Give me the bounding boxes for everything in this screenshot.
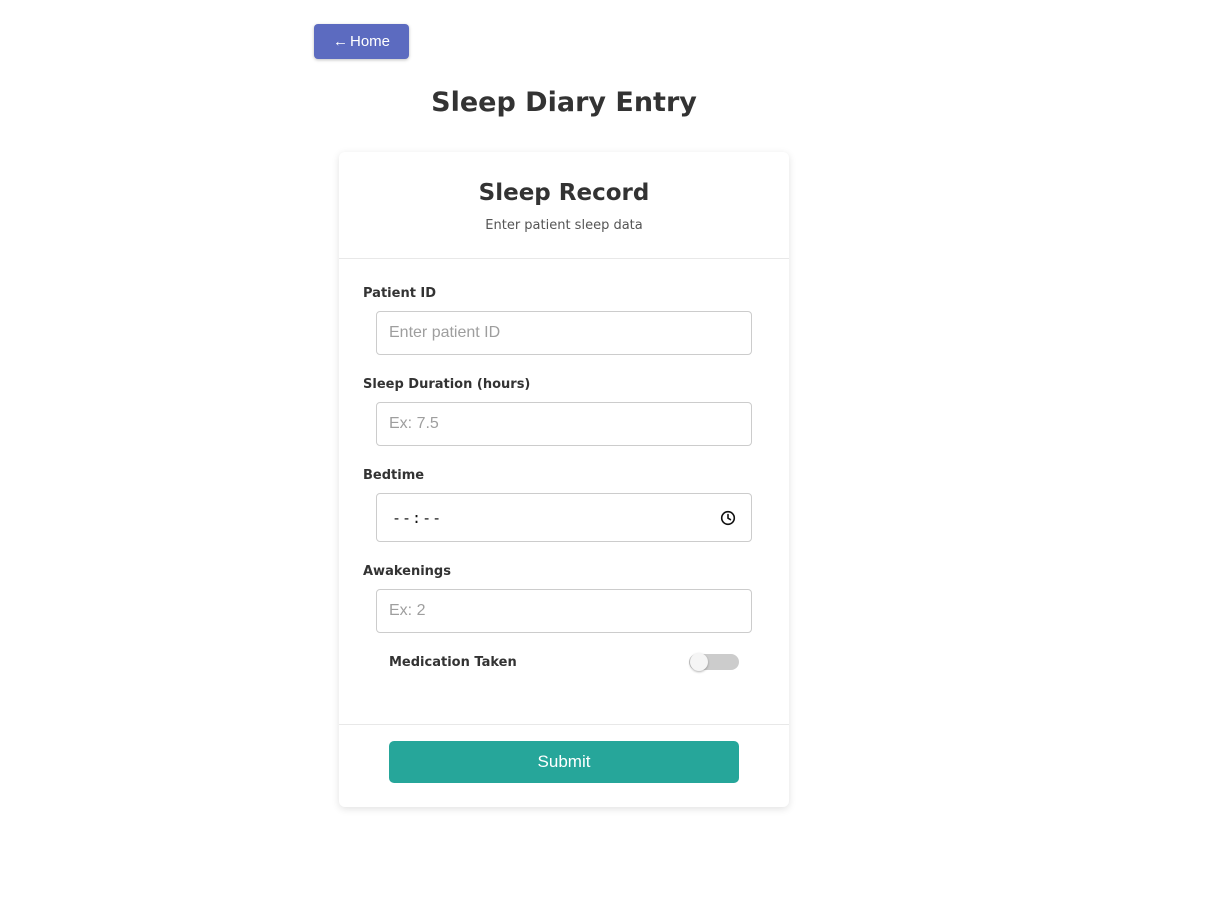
card-header: Sleep Record Enter patient sleep data: [339, 152, 789, 259]
sleep-duration-label: Sleep Duration (hours): [363, 377, 531, 392]
card-footer: Submit: [339, 724, 789, 807]
sleep-duration-input[interactable]: [376, 402, 752, 446]
medication-taken-toggle[interactable]: [689, 653, 739, 671]
page-title: Sleep Diary Entry: [431, 87, 697, 118]
bedtime-label: Bedtime: [363, 468, 425, 483]
home-button[interactable]: ← Home: [314, 24, 409, 59]
sleep-record-card: Sleep Record Enter patient sleep data Pa…: [339, 152, 789, 807]
awakenings-input[interactable]: [376, 589, 752, 633]
bedtime-value: --:--: [392, 508, 443, 527]
patient-id-label: Patient ID: [363, 286, 437, 301]
clock-icon[interactable]: [720, 510, 736, 526]
home-button-label: Home: [349, 33, 390, 50]
card-subtitle: Enter patient sleep data: [485, 218, 643, 233]
awakenings-label: Awakenings: [363, 564, 451, 579]
card-title: Sleep Record: [478, 180, 650, 206]
submit-button[interactable]: Submit: [389, 741, 739, 783]
back-arrow-icon: ←: [332, 33, 348, 50]
bedtime-input[interactable]: --:--: [376, 493, 752, 542]
toggle-knob: [690, 653, 708, 671]
patient-id-input[interactable]: [376, 311, 752, 355]
medication-taken-label: Medication Taken: [389, 655, 517, 670]
